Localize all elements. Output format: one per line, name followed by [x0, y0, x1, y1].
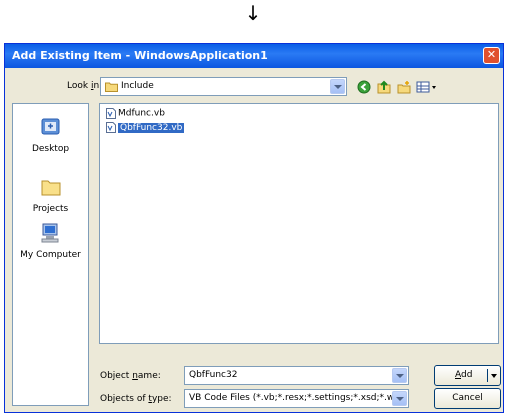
folder-icon	[41, 180, 60, 196]
objects-of-type-dropdown[interactable]: VB Code Files (*.vb;*.resx;*.settings;*.…	[184, 389, 409, 408]
chevron-down-icon[interactable]	[392, 391, 407, 406]
object-name-value: QbfFunc32	[189, 370, 238, 380]
place-my-computer[interactable]: My Computer	[13, 222, 88, 260]
computer-icon	[41, 223, 58, 243]
title-bar[interactable]: Add Existing Item - WindowsApplication1 …	[5, 44, 503, 68]
place-label: Projects	[32, 204, 69, 214]
places-bar: Desktop Projects My Computer	[12, 103, 89, 406]
list-item[interactable]: Mdfunc.vb	[106, 108, 165, 121]
cancel-button[interactable]: Cancel	[434, 388, 501, 409]
new-folder-icon[interactable]	[397, 80, 411, 94]
place-label: My Computer	[20, 250, 81, 260]
look-in-dropdown[interactable]: Include	[100, 77, 347, 96]
objects-of-type-label: Objects of type:	[100, 394, 172, 404]
chevron-down-icon[interactable]	[491, 374, 497, 378]
add-button-label: Add	[455, 370, 473, 380]
add-existing-item-dialog: Add Existing Item - WindowsApplication1 …	[4, 43, 504, 413]
file-name: QbfFunc32.vb	[118, 122, 185, 133]
place-label: Desktop	[31, 144, 70, 154]
close-button[interactable]: ✕	[483, 47, 500, 64]
object-name-label: Object name:	[100, 371, 161, 381]
views-menu-icon[interactable]	[416, 80, 438, 94]
folder-icon	[105, 82, 118, 92]
look-in-value: Include	[121, 81, 154, 91]
down-arrow: ↓	[244, 1, 262, 25]
chevron-down-icon[interactable]	[330, 79, 345, 94]
file-name: Mdfunc.vb	[118, 108, 165, 119]
up-folder-icon[interactable]	[377, 80, 391, 94]
objects-of-type-value: VB Code Files (*.vb;*.resx;*.settings;*.…	[189, 393, 405, 403]
list-item[interactable]: QbfFunc32.vb	[106, 122, 185, 135]
place-projects[interactable]: Projects	[13, 176, 88, 214]
chevron-down-icon[interactable]	[392, 368, 407, 383]
file-list[interactable]: Mdfunc.vb QbfFunc32.vb	[99, 103, 499, 344]
add-button[interactable]: Add	[434, 365, 501, 386]
dialog-title: Add Existing Item - WindowsApplication1	[12, 49, 268, 62]
split-divider	[487, 369, 488, 382]
back-icon[interactable]	[357, 80, 371, 94]
vb-file-icon	[106, 108, 116, 119]
object-name-field[interactable]: QbfFunc32	[184, 366, 409, 385]
look-in-label: Look in:	[67, 81, 103, 91]
place-desktop[interactable]: Desktop	[13, 116, 88, 154]
desktop-icon	[41, 118, 59, 135]
vb-file-icon	[106, 122, 116, 133]
